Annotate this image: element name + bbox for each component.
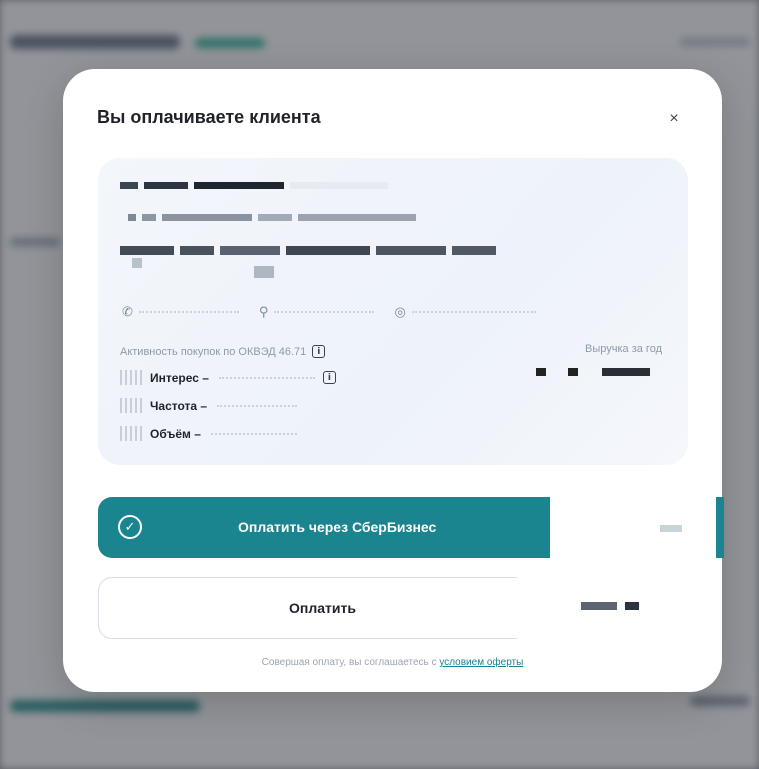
offer-text: Совершая оплату, вы соглашаетесь с услов… xyxy=(63,657,722,668)
client-details-redacted xyxy=(128,214,416,221)
pay-sberbusiness-button[interactable]: ✓ Оплатить через СберБизнес xyxy=(98,495,724,560)
client-name-redacted xyxy=(120,182,388,189)
metric-label: Объём – xyxy=(150,426,201,441)
info-icon[interactable]: i xyxy=(312,345,326,358)
address-value-redacted xyxy=(274,310,375,314)
pay-sberbusiness-label: Оплатить через СберБизнес xyxy=(238,519,437,535)
close-button[interactable]: × xyxy=(664,109,684,129)
revenue-label: Выручка за год xyxy=(585,343,662,355)
client-address-redacted-2 xyxy=(132,258,142,268)
client-address-redacted-3 xyxy=(254,266,274,278)
user-circle-icon[interactable]: ◎ xyxy=(394,304,405,320)
level-bars xyxy=(120,370,142,385)
activity-label-text: Активность покупок по ОКВЭД 46.71 xyxy=(120,345,307,358)
metric-label: Частота – xyxy=(150,398,208,413)
client-address-redacted xyxy=(120,246,496,255)
payment-modal: Вы оплачиваете клиента × ✆ ⚲ ◎ Активност… xyxy=(63,69,724,692)
pay-button[interactable]: Оплатить xyxy=(98,576,691,640)
client-info-card: ✆ ⚲ ◎ Активность покупок по ОКВЭД 46.71 … xyxy=(98,158,688,465)
metric-value-redacted xyxy=(218,376,315,379)
contact-value-redacted xyxy=(411,310,536,314)
metric-value-redacted xyxy=(217,404,298,407)
metric-volume: Объём – xyxy=(120,426,297,441)
redaction-mask xyxy=(517,576,691,640)
metric-value-redacted xyxy=(210,432,297,435)
activity-label: Активность покупок по ОКВЭД 46.71 i xyxy=(120,345,326,358)
close-icon: × xyxy=(669,110,679,127)
check-circle-icon: ✓ xyxy=(118,515,142,539)
metric-frequency: Частота – xyxy=(120,398,298,413)
info-icon[interactable]: i xyxy=(322,371,336,384)
level-bars xyxy=(120,398,142,413)
offer-prefix: Совершая оплату, вы соглашаетесь с xyxy=(261,657,437,668)
level-bars xyxy=(120,426,142,441)
modal-title: Вы оплачиваете клиента xyxy=(97,107,321,127)
phone-value-redacted xyxy=(138,310,239,314)
revenue-value-redacted xyxy=(536,368,650,376)
metric-label: Интерес – xyxy=(150,370,209,385)
pay-label: Оплатить xyxy=(289,600,356,616)
pin-icon[interactable]: ⚲ xyxy=(259,304,269,320)
redaction-mask xyxy=(550,495,724,560)
phone-icon[interactable]: ✆ xyxy=(122,304,133,320)
offer-link[interactable]: условием оферты xyxy=(439,657,523,668)
metric-interest: Интерес – i xyxy=(120,370,336,385)
client-contacts: ✆ ⚲ ◎ xyxy=(122,304,550,320)
